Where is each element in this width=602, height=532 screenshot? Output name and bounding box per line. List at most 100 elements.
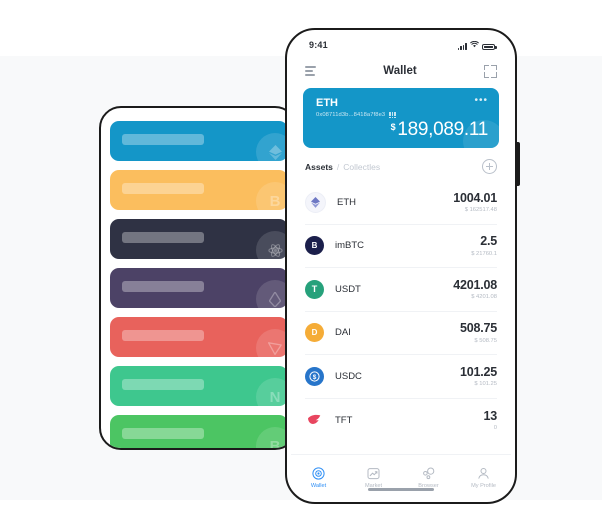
asset-fiat-value: $ 162517.48 [464,207,497,213]
asset-amount: 2.5 [480,234,497,248]
asset-values: 1004.01 $ 162517.48 [453,190,497,213]
wallet-nav-icon [312,467,325,480]
wallet-address-text: 0x08711d3b...8418a7f8e3 [316,112,386,119]
eth-token-icon [305,191,326,213]
hamburger-menu-icon[interactable] [305,66,316,76]
asset-amount: 13 [483,408,497,423]
qr-code-icon[interactable] [389,112,396,119]
assets-list: ETH 1004.01 $ 162517.48 BimBTC 2.5 $ 21760.1 T… [291,181,511,454]
asset-row[interactable]: $ USDC 101.25 $ 101.25 [305,355,497,399]
imbtc-token-icon: B [305,236,324,256]
asset-symbol: TFT [335,414,353,426]
tab-assets[interactable]: Assets [305,162,333,172]
asset-row[interactable]: T USDT 4201.08 $ 4201.08 [305,268,497,312]
asset-fiat-value: $ 508.75 [474,337,497,344]
coin-letter-glyph: B [256,427,288,448]
wallet-list-phone: BNBL [99,106,297,450]
browser-nav-icon [422,467,435,480]
app-header: Wallet [291,56,511,86]
more-options-icon[interactable]: ••• [474,96,488,106]
coin-letter-glyph: B [256,182,288,210]
eth-card[interactable] [110,121,288,161]
asset-values: 2.5 $ 21760.1 [471,235,497,257]
wallet-card-stack: BNBL [110,121,288,448]
coin-letter-glyph: N [256,378,288,406]
asset-symbol: ETH [337,196,356,208]
battery-full-icon [482,43,497,50]
trx-icon [256,329,288,357]
status-bar: 9:41 [291,34,511,56]
scan-qr-icon[interactable] [483,64,497,78]
bch-card[interactable]: B [110,415,288,448]
asset-values: 101.25 $ 101.25 [459,364,497,387]
wallet-address[interactable]: 0x08711d3b...8418a7f8e3 [316,112,396,119]
asset-symbol: USDC [335,370,362,382]
trx-card[interactable] [110,317,288,357]
asset-values: 4201.08 $ 4201.08 [453,277,497,300]
assets-tabs: Assets / Collectles [305,162,380,172]
nav-item-market[interactable]: Market [346,467,401,489]
asset-fiat-value: $ 101.25 [474,381,497,387]
asset-row[interactable]: D DAI 508.75 $ 508.75 [305,312,497,355]
card-placeholder-bar [122,183,204,194]
asset-fiat-value: $ 21760.1 [471,250,497,257]
balance-symbol: ETH [316,97,338,109]
atom-card[interactable] [110,219,288,259]
phone-screen: 9:41 Wallet ETH 0x08711d3b...8418a7f8e3 … [291,34,511,498]
balance-currency: $ [390,122,396,132]
market-nav-icon [367,467,380,480]
card-placeholder-bar [122,134,204,145]
wifi-icon [470,40,479,50]
eos-card[interactable] [110,268,288,308]
plus-circle-icon[interactable] [482,159,497,174]
asset-symbol: USDT [335,283,361,295]
eos-icon [256,280,288,308]
card-placeholder-bar [122,379,204,390]
tab-collectibles[interactable]: Collectles [343,162,380,172]
nav-item-browser[interactable]: Browser [401,467,456,489]
asset-fiat-value: 0 [493,425,497,431]
balance-amount: $ 189,089.11 [390,119,489,141]
asset-amount: 508.75 [459,321,497,335]
tab-separator: / [336,161,340,172]
nav-item-label: My Profile [471,483,496,489]
usdt-token-icon: T [305,279,324,299]
card-placeholder-bar [122,281,204,292]
assets-tabs-row: Assets / Collectles [291,148,511,181]
dai-token-icon: D [305,323,324,343]
asset-values: 13 0 [483,408,497,431]
balance-value: 189,089.11 [397,119,488,140]
balance-card[interactable]: ETH 0x08711d3b...8418a7f8e3 ••• $ 189,08… [303,88,499,148]
nav-item-my-profile[interactable]: My Profile [456,467,511,489]
cellular-signal-icon [457,43,467,50]
nav-item-label: Wallet [310,483,327,489]
usdc-token-icon: $ [305,366,324,386]
asset-row[interactable]: TFT 13 0 [305,399,497,443]
asset-fiat-value: $ 4201.08 [471,294,497,300]
tft-token-icon [305,410,324,430]
profile-nav-icon [477,467,490,480]
neo-card[interactable]: N [110,366,288,406]
asset-amount: 4201.08 [453,277,497,292]
svg-text:$: $ [313,374,317,381]
asset-symbol: imBTC [335,240,365,252]
bottom-nav: Wallet Market Browser My Profile [291,454,511,498]
status-indicators [457,40,497,50]
eth-diamond-icon [256,133,288,161]
card-placeholder-bar [122,428,204,439]
asset-amount: 101.25 [459,364,497,379]
wallet-detail-phone: 9:41 Wallet ETH 0x08711d3b...8418a7f8e3 … [285,28,517,504]
asset-amount: 1004.01 [453,190,497,205]
nav-item-wallet[interactable]: Wallet [291,467,346,489]
asset-symbol: DAI [335,327,351,339]
asset-row[interactable]: ETH 1004.01 $ 162517.48 [305,181,497,225]
atom-icon [256,231,288,259]
home-indicator [368,488,434,491]
page-title: Wallet [383,65,417,77]
card-placeholder-bar [122,232,204,243]
asset-row[interactable]: BimBTC 2.5 $ 21760.1 [305,225,497,268]
status-time: 9:41 [309,40,328,50]
btc-card[interactable]: B [110,170,288,210]
asset-values: 508.75 $ 508.75 [460,322,497,344]
card-placeholder-bar [122,330,204,341]
